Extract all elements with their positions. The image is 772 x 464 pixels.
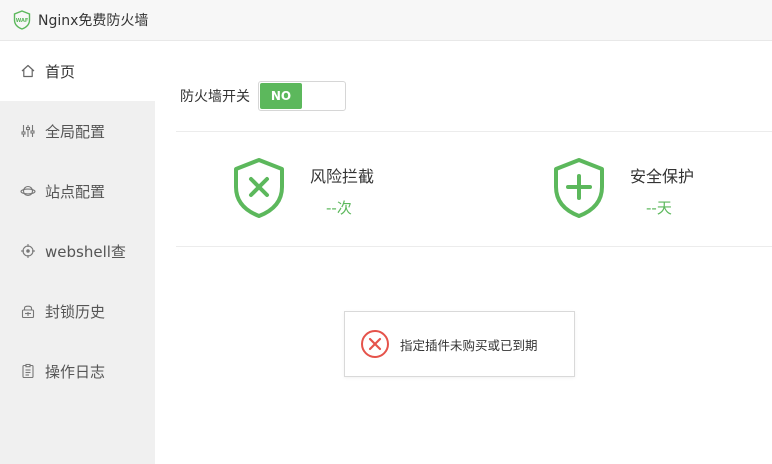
error-circle-icon: [361, 330, 389, 358]
stat-value: --天: [630, 197, 694, 218]
sliders-icon: [19, 123, 36, 140]
stat-risk-intercept: 风险拦截 --次: [232, 157, 374, 219]
firewall-switch-label: 防火墙开关: [180, 89, 250, 105]
main-content: 防火墙开关 NO 风险拦截 --次 安全保护 --天 指定插件未购买或已到期: [176, 41, 772, 464]
planet-icon: [19, 183, 36, 200]
stat-security-protection: 安全保护 --天: [552, 157, 694, 219]
stat-number: --: [326, 199, 337, 217]
lock-icon: [19, 303, 36, 320]
sidebar-item-operation-log[interactable]: 操作日志: [0, 341, 155, 401]
crosshair-icon: [19, 243, 36, 260]
sidebar-item-label: 全局配置: [45, 122, 106, 141]
sidebar-item-block-history[interactable]: 封锁历史: [0, 281, 155, 341]
notice-message: 指定插件未购买或已到期: [400, 337, 538, 353]
error-notice: 指定插件未购买或已到期: [344, 311, 575, 377]
firewall-toggle[interactable]: NO: [258, 81, 346, 111]
stat-value: --次: [310, 197, 374, 218]
firewall-switch-row: 防火墙开关 NO: [176, 81, 346, 111]
clipboard-icon: [19, 363, 36, 380]
sidebar-item-webshell[interactable]: webshell查: [0, 221, 155, 281]
sidebar-item-label: 操作日志: [45, 362, 106, 381]
app-title: Nginx免费防火墙: [38, 13, 149, 29]
stat-title: 风险拦截: [310, 167, 375, 186]
sidebar-item-home[interactable]: 首页: [0, 41, 155, 101]
stat-title: 安全保护: [630, 167, 695, 186]
home-icon: [19, 63, 36, 80]
svg-text:WAF: WAF: [16, 18, 29, 24]
sidebar-item-label: webshell查: [45, 242, 126, 261]
waf-logo-icon: WAF: [13, 10, 31, 30]
sidebar-item-site-config[interactable]: 站点配置: [0, 161, 155, 221]
divider: [176, 131, 772, 132]
shield-plus-icon: [554, 158, 604, 218]
app-window: WAF Nginx免费防火墙 首页 全局配置 站点配置 webshell查 封锁…: [0, 0, 772, 464]
sidebar-item-label: 站点配置: [45, 182, 106, 201]
sidebar-item-label: 首页: [45, 62, 76, 81]
sidebar-item-global-config[interactable]: 全局配置: [0, 101, 155, 161]
sidebar: 首页 全局配置 站点配置 webshell查 封锁历史 操作日志: [0, 41, 155, 464]
stat-unit: 次: [336, 199, 352, 217]
title-bar: WAF Nginx免费防火墙: [0, 0, 772, 41]
stat-unit: 天: [656, 199, 672, 217]
sidebar-item-label: 封锁历史: [45, 302, 106, 321]
divider: [176, 246, 772, 247]
toggle-knob: NO: [260, 83, 302, 109]
shield-x-icon: [234, 158, 284, 218]
stat-number: --: [646, 199, 657, 217]
